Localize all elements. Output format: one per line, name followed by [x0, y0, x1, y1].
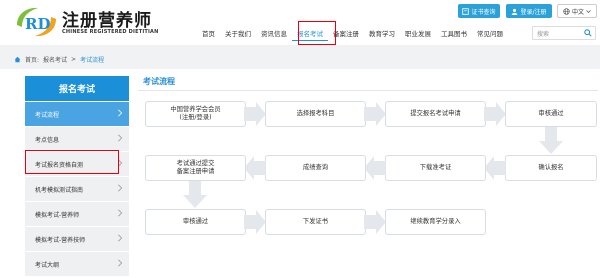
nav-career[interactable]: 职业发展	[400, 27, 436, 41]
sidebar: 报名考试 考试流程 考点信息 考试报名资格自测 机考模拟测试指南 模拟考试-营养…	[25, 76, 129, 278]
nav-tools-books[interactable]: 工具图书	[436, 27, 472, 41]
sidebar-item-syllabus[interactable]: 考试大纲	[25, 252, 129, 276]
nav-highlight-box	[298, 21, 336, 45]
sidebar-item-exam-sites[interactable]: 考点信息	[25, 127, 129, 151]
flow-step: 下载准考证	[385, 155, 486, 181]
flow-step-label: 继续教育学分录入	[410, 218, 461, 226]
sidebar-item-label: 考点信息	[35, 136, 60, 144]
flow-step-label: 成绩查询	[302, 164, 329, 172]
sidebar-item-label: 考试流程	[35, 111, 60, 119]
chevron-right-icon	[118, 109, 123, 117]
sidebar-item-label: 模拟考试-营养技师	[35, 236, 86, 244]
sidebar-item-mock-dietitian[interactable]: 模拟考试-营养师	[25, 202, 129, 226]
flow-step-label: 选择报考科目	[296, 110, 335, 118]
certificate-icon	[462, 7, 470, 15]
search-placeholder: 搜索	[537, 30, 550, 38]
arrow-left-icon	[484, 156, 506, 180]
nav-home[interactable]: 首页	[197, 27, 220, 41]
sidebar-title: 报名考试	[25, 76, 129, 101]
arrow-down-icon	[183, 181, 207, 208]
chevron-right-icon	[118, 134, 123, 142]
nav-education[interactable]: 教育学习	[364, 27, 400, 41]
flow-step-label: 提交报名考试申请	[410, 110, 461, 118]
breadcrumb-section[interactable]: 报名考试	[43, 55, 67, 64]
globe-icon	[563, 7, 570, 15]
flow-step: 成绩查询	[265, 155, 366, 181]
arrow-left-icon	[244, 156, 266, 180]
flow-step: 审核通过	[505, 101, 597, 127]
chevron-right-icon	[118, 184, 123, 192]
chevron-down-icon	[586, 9, 591, 13]
flow-step: 中国营养学会会员 (注册/登录)	[145, 101, 246, 127]
breadcrumb-current: 考试流程	[80, 57, 105, 64]
flow-step-label: 下载准考证	[419, 164, 452, 172]
chevron-right-icon	[118, 259, 123, 267]
flow-step-label: 审核通过	[538, 110, 564, 118]
chevron-right-icon	[118, 234, 123, 242]
search-input[interactable]: 搜索	[532, 26, 596, 40]
flow-step: 下发证书	[265, 209, 366, 235]
breadcrumb-home[interactable]: 首页:	[25, 55, 39, 64]
arrow-right-icon	[364, 102, 386, 126]
cert-query-button[interactable]: 证书查询	[458, 4, 500, 18]
flow-step-label: 审核通过	[182, 218, 209, 226]
nav-faq[interactable]: 常见问题	[472, 27, 508, 41]
flow-step: 确认报名	[505, 155, 597, 181]
chevron-right-icon	[118, 209, 123, 217]
flow-step: 继续教育学分录入	[385, 209, 486, 235]
arrow-right-icon	[484, 102, 506, 126]
brand-name[interactable]: 注册营养师	[62, 6, 152, 31]
arrow-left-icon	[364, 156, 386, 180]
sidebar-item-label: 机考模拟测试指南	[35, 186, 84, 194]
sidebar-highlight-box	[25, 150, 119, 174]
login-register-label: 登录/注册	[520, 8, 547, 16]
search-icon[interactable]	[584, 29, 592, 37]
flow-step-label: 中国营养学会会员 (注册/登录)	[170, 106, 221, 121]
home-icon	[14, 56, 21, 63]
nav-news[interactable]: 资讯信息	[256, 27, 292, 41]
flow-step-label: 确认报名	[538, 164, 564, 172]
breadcrumb: 首页: 报名考试 > 考试流程	[14, 55, 104, 64]
sidebar-item-mock-test-guide[interactable]: 机考模拟测试指南	[25, 177, 129, 201]
arrow-right-icon	[244, 102, 266, 126]
nav-about[interactable]: 关于我们	[220, 27, 256, 41]
arrow-right-icon	[244, 210, 266, 234]
brand-name-en: CHINESE REGISTERED DIETITIAN	[62, 29, 159, 35]
arrow-right-icon	[364, 210, 386, 234]
language-select[interactable]: 中文	[557, 4, 597, 18]
sidebar-item-label: 考试大纲	[35, 261, 60, 269]
title-divider	[138, 90, 598, 91]
flow-step-label: 考试通过提交 备案注册申请	[176, 160, 215, 175]
user-icon	[512, 8, 518, 15]
sidebar-item-label: 模拟考试-营养师	[35, 211, 80, 219]
sidebar-item-exam-process[interactable]: 考试流程	[25, 102, 129, 126]
flow-step: 选择报考科目	[265, 101, 366, 127]
flow-step-label: 下发证书	[302, 218, 329, 226]
main-nav: 首页 关于我们 资讯信息 报名考试 备案注册 教育学习 职业发展 工具图书 常见…	[197, 27, 508, 41]
flow-step: 考试通过提交 备案注册申请	[145, 155, 246, 181]
sidebar-item-mock-technician[interactable]: 模拟考试-营养技师	[25, 227, 129, 251]
page-title: 考试流程	[143, 77, 175, 86]
logo-icon[interactable]: RD	[14, 5, 60, 39]
arrow-down-icon	[539, 127, 563, 154]
flow-step: 审核通过	[145, 209, 246, 235]
language-value: 中文	[571, 8, 584, 16]
cert-query-label: 证书查询	[471, 8, 496, 16]
breadcrumb-separator: >	[71, 56, 77, 63]
login-register-button[interactable]: 登录/注册	[506, 4, 552, 18]
svg-text:RD: RD	[25, 15, 50, 33]
flow-step: 提交报名考试申请	[385, 101, 486, 127]
